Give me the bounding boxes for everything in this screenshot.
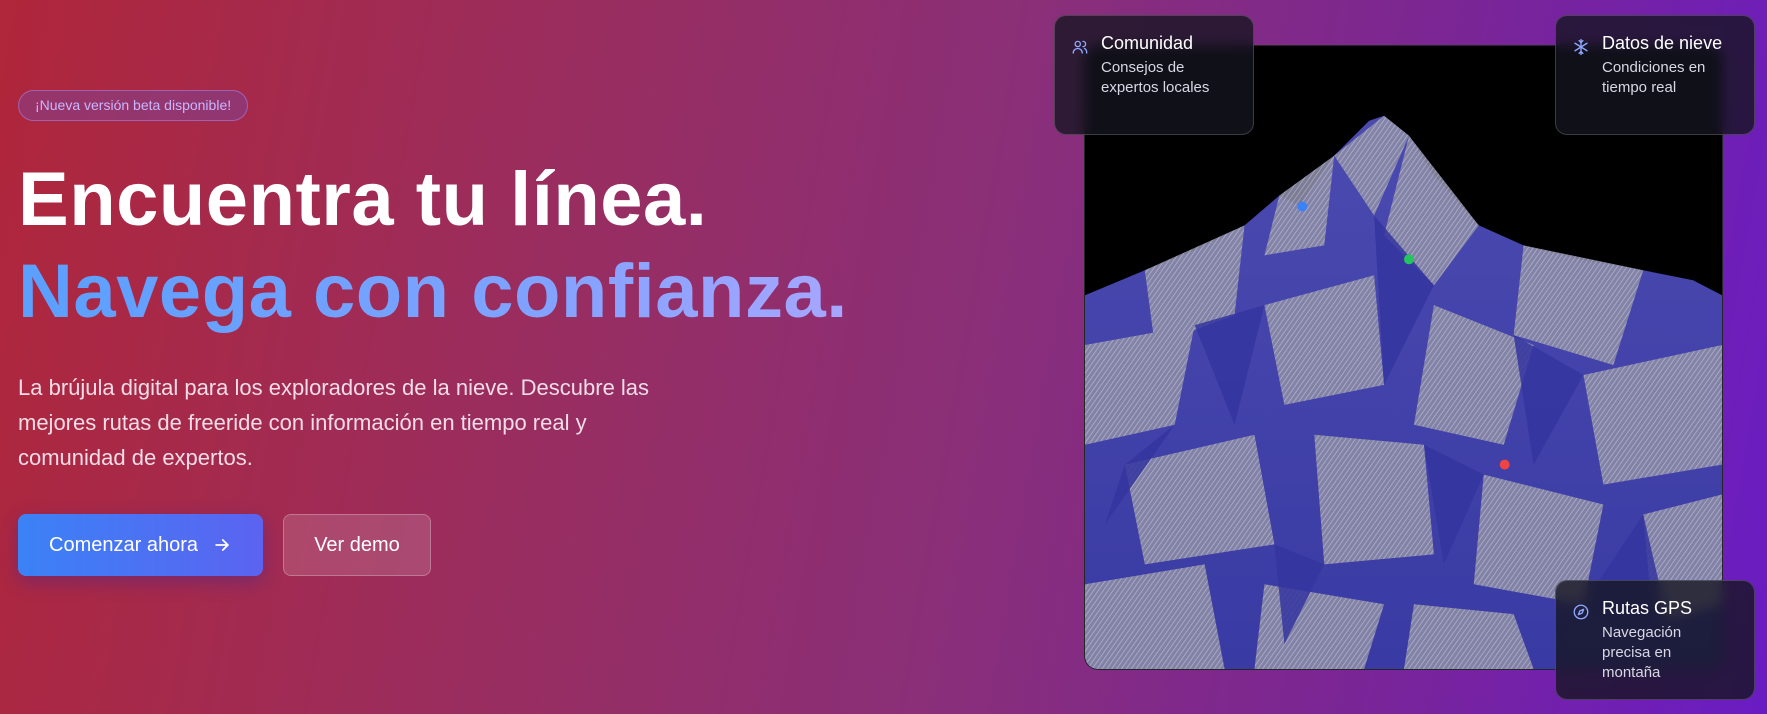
snowflake-icon [1574, 38, 1588, 56]
gps-routes-card[interactable]: Rutas GPS Navegación precisa en montaña [1555, 580, 1755, 700]
route-marker-blue[interactable] [1297, 201, 1308, 212]
snow-data-card[interactable]: Datos de nieve Condiciones en tiempo rea… [1555, 15, 1755, 135]
gps-routes-title: Rutas GPS [1602, 598, 1693, 618]
snow-data-subtitle: Condiciones en tiempo real [1602, 59, 1706, 96]
start-now-button[interactable]: Comenzar ahora [18, 514, 263, 576]
start-now-label: Comenzar ahora [49, 533, 198, 556]
mountain-3d-view[interactable] [1084, 45, 1723, 670]
view-demo-button[interactable]: Ver demo [283, 514, 431, 576]
snow-data-title: Datos de nieve [1602, 33, 1723, 53]
community-subtitle: Consejos de expertos locales [1101, 59, 1210, 96]
community-title: Comunidad [1101, 33, 1194, 53]
route-marker-red[interactable] [1499, 459, 1510, 470]
route-marker-green[interactable] [1403, 254, 1414, 265]
hero-description: La brújula digital para los exploradores… [18, 375, 650, 470]
gps-routes-subtitle: Navegación precisa en montaña [1602, 624, 1682, 681]
headline-secondary: Navega con confianza. [18, 249, 848, 334]
users-icon [1072, 40, 1088, 54]
community-card[interactable]: Comunidad Consejos de expertos locales [1054, 15, 1254, 135]
headline-primary: Encuentra tu línea. [18, 157, 708, 242]
compass-icon [1573, 604, 1589, 620]
arrow-right-icon [215, 539, 229, 551]
beta-badge[interactable]: ¡Nueva versión beta disponible! [18, 90, 249, 121]
mountain-terrain [1085, 46, 1722, 669]
